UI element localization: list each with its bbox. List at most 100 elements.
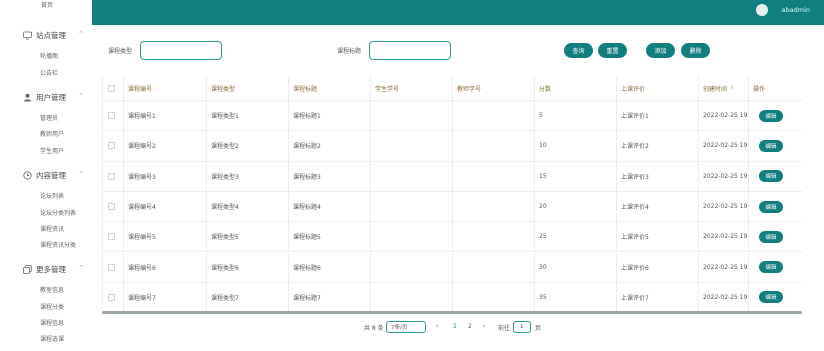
course-title-input[interactable]	[369, 41, 451, 60]
course-title-label: 课程标题	[337, 48, 362, 55]
next-page-button[interactable]: ›	[483, 323, 485, 330]
horizontal-scrollbar[interactable]	[102, 311, 802, 314]
header-course-no: 课程编号	[124, 76, 207, 100]
page-1[interactable]: 1	[453, 323, 457, 330]
table-cell: 15	[535, 161, 617, 191]
table-cell: 课程编号5	[124, 222, 207, 252]
pagination-total: 共 8 条	[364, 325, 384, 332]
sidebar-item-course-category[interactable]: 课程分类	[40, 302, 64, 311]
row-actions-cell: 编辑	[749, 283, 802, 312]
table-cell: 课程标题2	[289, 131, 371, 161]
top-header: abadmin	[92, 0, 824, 25]
table-cell: 课程标题3	[289, 161, 371, 191]
edit-button[interactable]: 编辑	[759, 139, 783, 152]
goto-suffix: 页	[535, 325, 542, 332]
table-cell	[371, 101, 453, 131]
edit-button[interactable]: 编辑	[759, 109, 783, 122]
table-cell: 2022-02-25 19:0	[699, 101, 749, 131]
prev-page-button[interactable]: ‹	[436, 323, 438, 330]
avatar[interactable]	[756, 4, 768, 16]
row-actions-cell: 编辑	[749, 101, 802, 130]
sidebar-item-forum[interactable]: 论坛列表	[40, 191, 64, 200]
sort-icon[interactable]: ⇕	[730, 85, 734, 91]
table-row: 课程编号7 课程类型7 课程标题7 35 上课评价7 2022-02-25 19:0 编辑	[102, 282, 802, 314]
sidebar-item-teachers[interactable]: 教师用户	[40, 129, 64, 138]
chevron-up-icon: ⌃	[78, 264, 84, 272]
header-score: 分数	[535, 76, 617, 100]
header-created-time[interactable]: 创建时间 ⇕	[699, 76, 749, 100]
page-2[interactable]: 2	[468, 323, 472, 330]
table-cell: 课程类型6	[207, 252, 289, 282]
sidebar-item-course-info[interactable]: 课程信息	[40, 318, 64, 327]
sidebar: 首页 站点管理 ⌃ 轮播图 公告栏 用户管理 ⌃ 管理员 教师用户 学生用户 内…	[0, 0, 92, 351]
sidebar-group-users[interactable]: 用户管理 ⌃	[23, 92, 84, 103]
table-cell	[371, 282, 453, 313]
table-row: 课程编号5 课程类型5 课程标题5 25 上课评价5 2022-02-25 19:0 编辑	[102, 222, 802, 253]
page-size-value: 7条/页	[391, 325, 408, 331]
table-cell: 2022-02-25 19:0	[699, 222, 749, 252]
page-size-select[interactable]: 7条/页	[386, 321, 426, 333]
row-checkbox[interactable]	[108, 142, 115, 150]
table-cell: 课程编号3	[124, 161, 207, 191]
sidebar-item-news-category[interactable]: 课程资讯分类	[40, 240, 76, 249]
table-row: 课程编号6 课程类型6 课程标题6 30 上课评价6 2022-02-25 19:0 编辑	[102, 252, 802, 283]
table-cell: 上课评价2	[617, 131, 699, 161]
header-student-no: 学生学号	[371, 76, 453, 100]
sidebar-item-classroom[interactable]: 教室信息	[40, 285, 64, 294]
chevron-up-icon: ⌃	[78, 30, 84, 38]
row-actions-cell: 编辑	[749, 253, 802, 282]
table-cell: 2022-02-25 19:0	[699, 131, 749, 161]
row-checkbox[interactable]	[108, 203, 115, 211]
sidebar-item-students[interactable]: 学生用户	[40, 146, 64, 155]
sidebar-item-course-select[interactable]: 课程选课	[40, 334, 64, 343]
edit-button[interactable]: 编辑	[759, 230, 783, 243]
sidebar-group-site[interactable]: 站点管理 ⌃	[23, 30, 84, 41]
table-cell: 课程类型4	[207, 191, 289, 222]
sidebar-item-notice[interactable]: 公告栏	[40, 68, 58, 77]
header-course-title: 课程标题	[289, 76, 371, 100]
header-created-time-label: 创建时间	[703, 85, 728, 93]
edit-button[interactable]: 编辑	[759, 200, 783, 213]
sidebar-group-more[interactable]: 更多管理 ⌃	[23, 264, 84, 275]
row-checkbox[interactable]	[108, 263, 115, 271]
header-teacher-no: 教师学号	[453, 76, 535, 100]
sidebar-item-admins[interactable]: 管理员	[40, 113, 58, 122]
sidebar-item-home[interactable]: 首页	[41, 0, 53, 9]
row-actions-cell: 编辑	[749, 162, 802, 191]
table-cell: 2022-02-25 19:0	[699, 191, 749, 222]
table-cell: 5	[535, 101, 617, 131]
table-cell: 课程编号2	[124, 131, 207, 161]
sidebar-item-forum-category[interactable]: 论坛分类列表	[40, 208, 76, 217]
delete-button[interactable]: 删除	[681, 43, 710, 58]
query-button[interactable]: 查询	[564, 43, 593, 58]
course-type-input[interactable]	[140, 41, 222, 60]
table-cell: 2022-02-25 19:0	[699, 252, 749, 282]
course-type-label: 课程类型	[108, 48, 133, 55]
table-header-row: 课程编号 课程类型 课程标题 学生学号 教师学号 分数 上课评价 创建时间 ⇕ …	[102, 76, 802, 101]
add-button[interactable]: 添加	[646, 43, 675, 58]
edit-button[interactable]: 编辑	[759, 291, 783, 304]
sidebar-item-carousel[interactable]: 轮播图	[40, 51, 58, 60]
table-cell	[453, 282, 535, 313]
table-cell: 上课评价4	[617, 191, 699, 222]
table-cell	[371, 252, 453, 282]
edit-button[interactable]: 编辑	[759, 170, 783, 183]
table-cell: 20	[535, 191, 617, 222]
sidebar-item-news[interactable]: 课程资讯	[40, 224, 64, 233]
table-cell: 上课评价7	[617, 282, 699, 313]
row-checkbox[interactable]	[108, 112, 115, 120]
username[interactable]: abadmin	[782, 6, 810, 14]
edit-button[interactable]: 编辑	[759, 261, 783, 274]
table-cell	[453, 161, 535, 191]
app-root: 首页 站点管理 ⌃ 轮播图 公告栏 用户管理 ⌃ 管理员 教师用户 学生用户 内…	[0, 0, 824, 351]
row-checkbox[interactable]	[108, 233, 115, 241]
row-checkbox[interactable]	[108, 293, 115, 301]
monitor-icon	[23, 31, 32, 40]
sidebar-group-content[interactable]: 内容管理 ⌃	[23, 170, 84, 181]
table-cell: 课程类型7	[207, 282, 289, 313]
reset-button[interactable]: 重置	[598, 43, 627, 58]
row-checkbox[interactable]	[108, 172, 115, 180]
select-all-checkbox[interactable]	[108, 84, 115, 92]
goto-page-input[interactable]: 1	[513, 321, 531, 333]
header-actions: 操作	[753, 85, 766, 93]
